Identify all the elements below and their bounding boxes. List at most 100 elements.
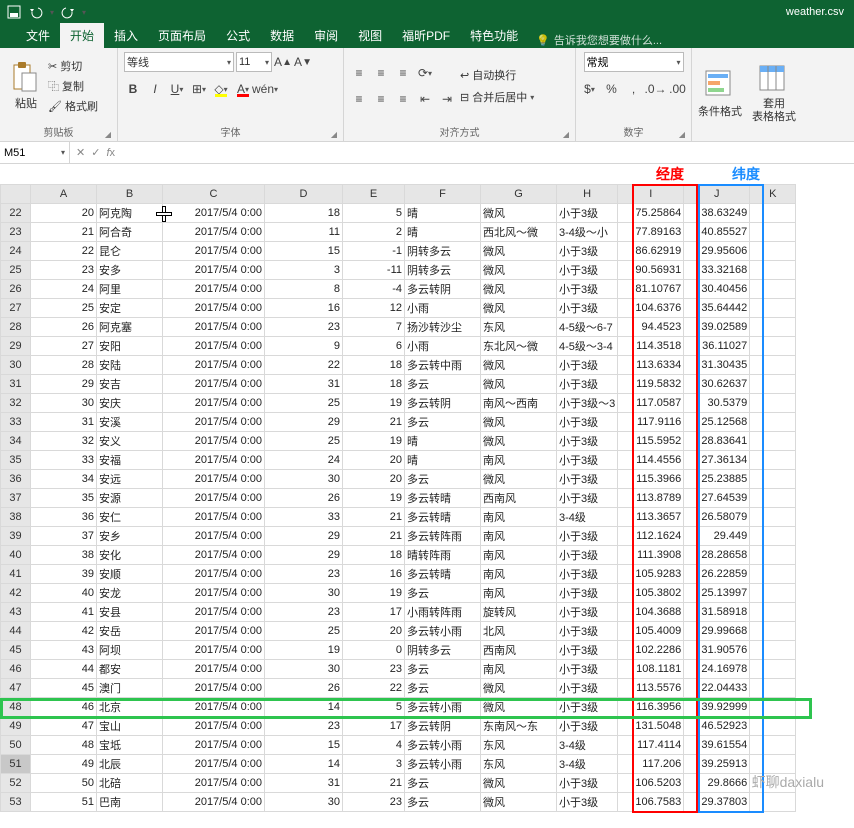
- cell[interactable]: 小于3级: [557, 584, 618, 603]
- cell[interactable]: 20: [31, 204, 97, 223]
- cell[interactable]: 2017/5/4 0:00: [163, 280, 265, 299]
- cell[interactable]: 多云转阴: [405, 394, 481, 413]
- cell[interactable]: 2017/5/4 0:00: [163, 223, 265, 242]
- cell[interactable]: 小雨: [405, 337, 481, 356]
- cell[interactable]: 小于3级: [557, 242, 618, 261]
- cell[interactable]: 3-4级: [557, 736, 618, 755]
- cell[interactable]: 多云: [405, 679, 481, 698]
- cell[interactable]: 117.4114: [618, 736, 684, 755]
- tell-me-input[interactable]: 💡告诉我您想要做什么...: [536, 32, 662, 48]
- cell[interactable]: [750, 489, 796, 508]
- cell[interactable]: 小于3级: [557, 546, 618, 565]
- cell[interactable]: 小于3级: [557, 565, 618, 584]
- cell[interactable]: 50: [31, 774, 97, 793]
- cell[interactable]: 小雨转阵雨: [405, 603, 481, 622]
- cell[interactable]: 30: [31, 394, 97, 413]
- cell[interactable]: 20: [343, 451, 405, 470]
- align-top-icon[interactable]: ≡: [350, 64, 368, 82]
- cell[interactable]: 29: [265, 413, 343, 432]
- col-header-J[interactable]: J: [684, 185, 750, 204]
- cell[interactable]: 北碚: [97, 774, 163, 793]
- table-row[interactable]: 4846北京2017/5/4 0:00145多云转小雨微风小于3级116.395…: [1, 698, 796, 717]
- cell[interactable]: 39: [31, 565, 97, 584]
- cell[interactable]: 阴转多云: [405, 641, 481, 660]
- cell[interactable]: 29.99668: [684, 622, 750, 641]
- cell[interactable]: 23: [343, 660, 405, 679]
- cell[interactable]: 阴转多云: [405, 242, 481, 261]
- cell[interactable]: 46: [31, 698, 97, 717]
- table-row[interactable]: 3735安源2017/5/4 0:002619多云转晴西南风小于3级113.87…: [1, 489, 796, 508]
- cell[interactable]: 2017/5/4 0:00: [163, 736, 265, 755]
- cell[interactable]: 小于3级: [557, 622, 618, 641]
- table-row[interactable]: 5351巴南2017/5/4 0:003023多云微风小于3级106.75832…: [1, 793, 796, 812]
- table-row[interactable]: 4947宝山2017/5/4 0:002317多云转阴东南风～东小于3级131.…: [1, 717, 796, 736]
- cell[interactable]: 28.83641: [684, 432, 750, 451]
- table-row[interactable]: 3937安乡2017/5/4 0:002921多云转阵雨南风小于3级112.16…: [1, 527, 796, 546]
- align-center-icon[interactable]: ≡: [372, 90, 390, 108]
- number-dialog-icon[interactable]: ◢: [679, 130, 685, 139]
- cell[interactable]: 多云转小雨: [405, 736, 481, 755]
- cell[interactable]: 微风: [481, 413, 557, 432]
- indent-decrease-icon[interactable]: ⇤: [416, 90, 434, 108]
- cell[interactable]: [750, 394, 796, 413]
- save-icon[interactable]: [6, 4, 22, 20]
- cell[interactable]: 47: [31, 717, 97, 736]
- cell[interactable]: 31.90576: [684, 641, 750, 660]
- accounting-format-icon[interactable]: $▾: [581, 80, 599, 98]
- table-row[interactable]: 3533安福2017/5/4 0:002420晴南风小于3级114.455627…: [1, 451, 796, 470]
- tab-文件[interactable]: 文件: [16, 23, 60, 48]
- cell[interactable]: 阿克塞: [97, 318, 163, 337]
- cell[interactable]: 微风: [481, 432, 557, 451]
- cell[interactable]: 晴: [405, 451, 481, 470]
- cell[interactable]: 2017/5/4 0:00: [163, 451, 265, 470]
- cell[interactable]: 安化: [97, 546, 163, 565]
- table-row[interactable]: 5048宝坻2017/5/4 0:00154多云转小雨东风3-4级117.411…: [1, 736, 796, 755]
- cell[interactable]: 小于3级: [557, 356, 618, 375]
- cell[interactable]: [750, 755, 796, 774]
- font-dialog-icon[interactable]: ◢: [331, 130, 337, 139]
- cell[interactable]: 32: [31, 432, 97, 451]
- cell[interactable]: 30.5379: [684, 394, 750, 413]
- cell[interactable]: 16: [343, 565, 405, 584]
- cell[interactable]: 安义: [97, 432, 163, 451]
- cell[interactable]: 86.62919: [618, 242, 684, 261]
- cell[interactable]: 澳门: [97, 679, 163, 698]
- undo-dropdown[interactable]: ▾: [50, 8, 54, 17]
- cell[interactable]: 2017/5/4 0:00: [163, 413, 265, 432]
- cell[interactable]: 小于3级: [557, 451, 618, 470]
- cell[interactable]: 11: [265, 223, 343, 242]
- cell[interactable]: 南风: [481, 546, 557, 565]
- cell[interactable]: 安龙: [97, 584, 163, 603]
- cell[interactable]: 21: [343, 413, 405, 432]
- cell[interactable]: 小于3级: [557, 641, 618, 660]
- decrease-font-icon[interactable]: A▼: [294, 53, 312, 71]
- fill-color-button[interactable]: ◇▾: [212, 80, 230, 98]
- cell[interactable]: 29: [31, 375, 97, 394]
- cell[interactable]: 25.23885: [684, 470, 750, 489]
- align-left-icon[interactable]: ≡: [350, 90, 368, 108]
- cut-button[interactable]: ✂剪切: [48, 58, 98, 74]
- cell[interactable]: 23: [31, 261, 97, 280]
- cell[interactable]: 多云: [405, 793, 481, 812]
- table-format-button[interactable]: 套用 表格格式: [750, 61, 798, 127]
- cell[interactable]: 31: [265, 375, 343, 394]
- cell[interactable]: 2017/5/4 0:00: [163, 337, 265, 356]
- col-header-B[interactable]: B: [97, 185, 163, 204]
- cell[interactable]: 南风: [481, 451, 557, 470]
- cell[interactable]: [750, 432, 796, 451]
- cell[interactable]: 2017/5/4 0:00: [163, 375, 265, 394]
- cell[interactable]: [750, 280, 796, 299]
- table-row[interactable]: 3331安溪2017/5/4 0:002921多云微风小于3级117.91162…: [1, 413, 796, 432]
- cell[interactable]: 25: [265, 622, 343, 641]
- row-header[interactable]: 43: [1, 603, 31, 622]
- table-row[interactable]: 2422昆仑2017/5/4 0:0015-1阴转多云微风小于3级86.6291…: [1, 242, 796, 261]
- table-row[interactable]: 3028安陆2017/5/4 0:002218多云转中雨微风小于3级113.63…: [1, 356, 796, 375]
- cell[interactable]: 8: [265, 280, 343, 299]
- cell[interactable]: 3-4级: [557, 755, 618, 774]
- cell[interactable]: 111.3908: [618, 546, 684, 565]
- cell[interactable]: 安庆: [97, 394, 163, 413]
- cell[interactable]: 多云转小雨: [405, 698, 481, 717]
- cell[interactable]: 多云转阴: [405, 717, 481, 736]
- cell[interactable]: 2017/5/4 0:00: [163, 261, 265, 280]
- cell[interactable]: 北京: [97, 698, 163, 717]
